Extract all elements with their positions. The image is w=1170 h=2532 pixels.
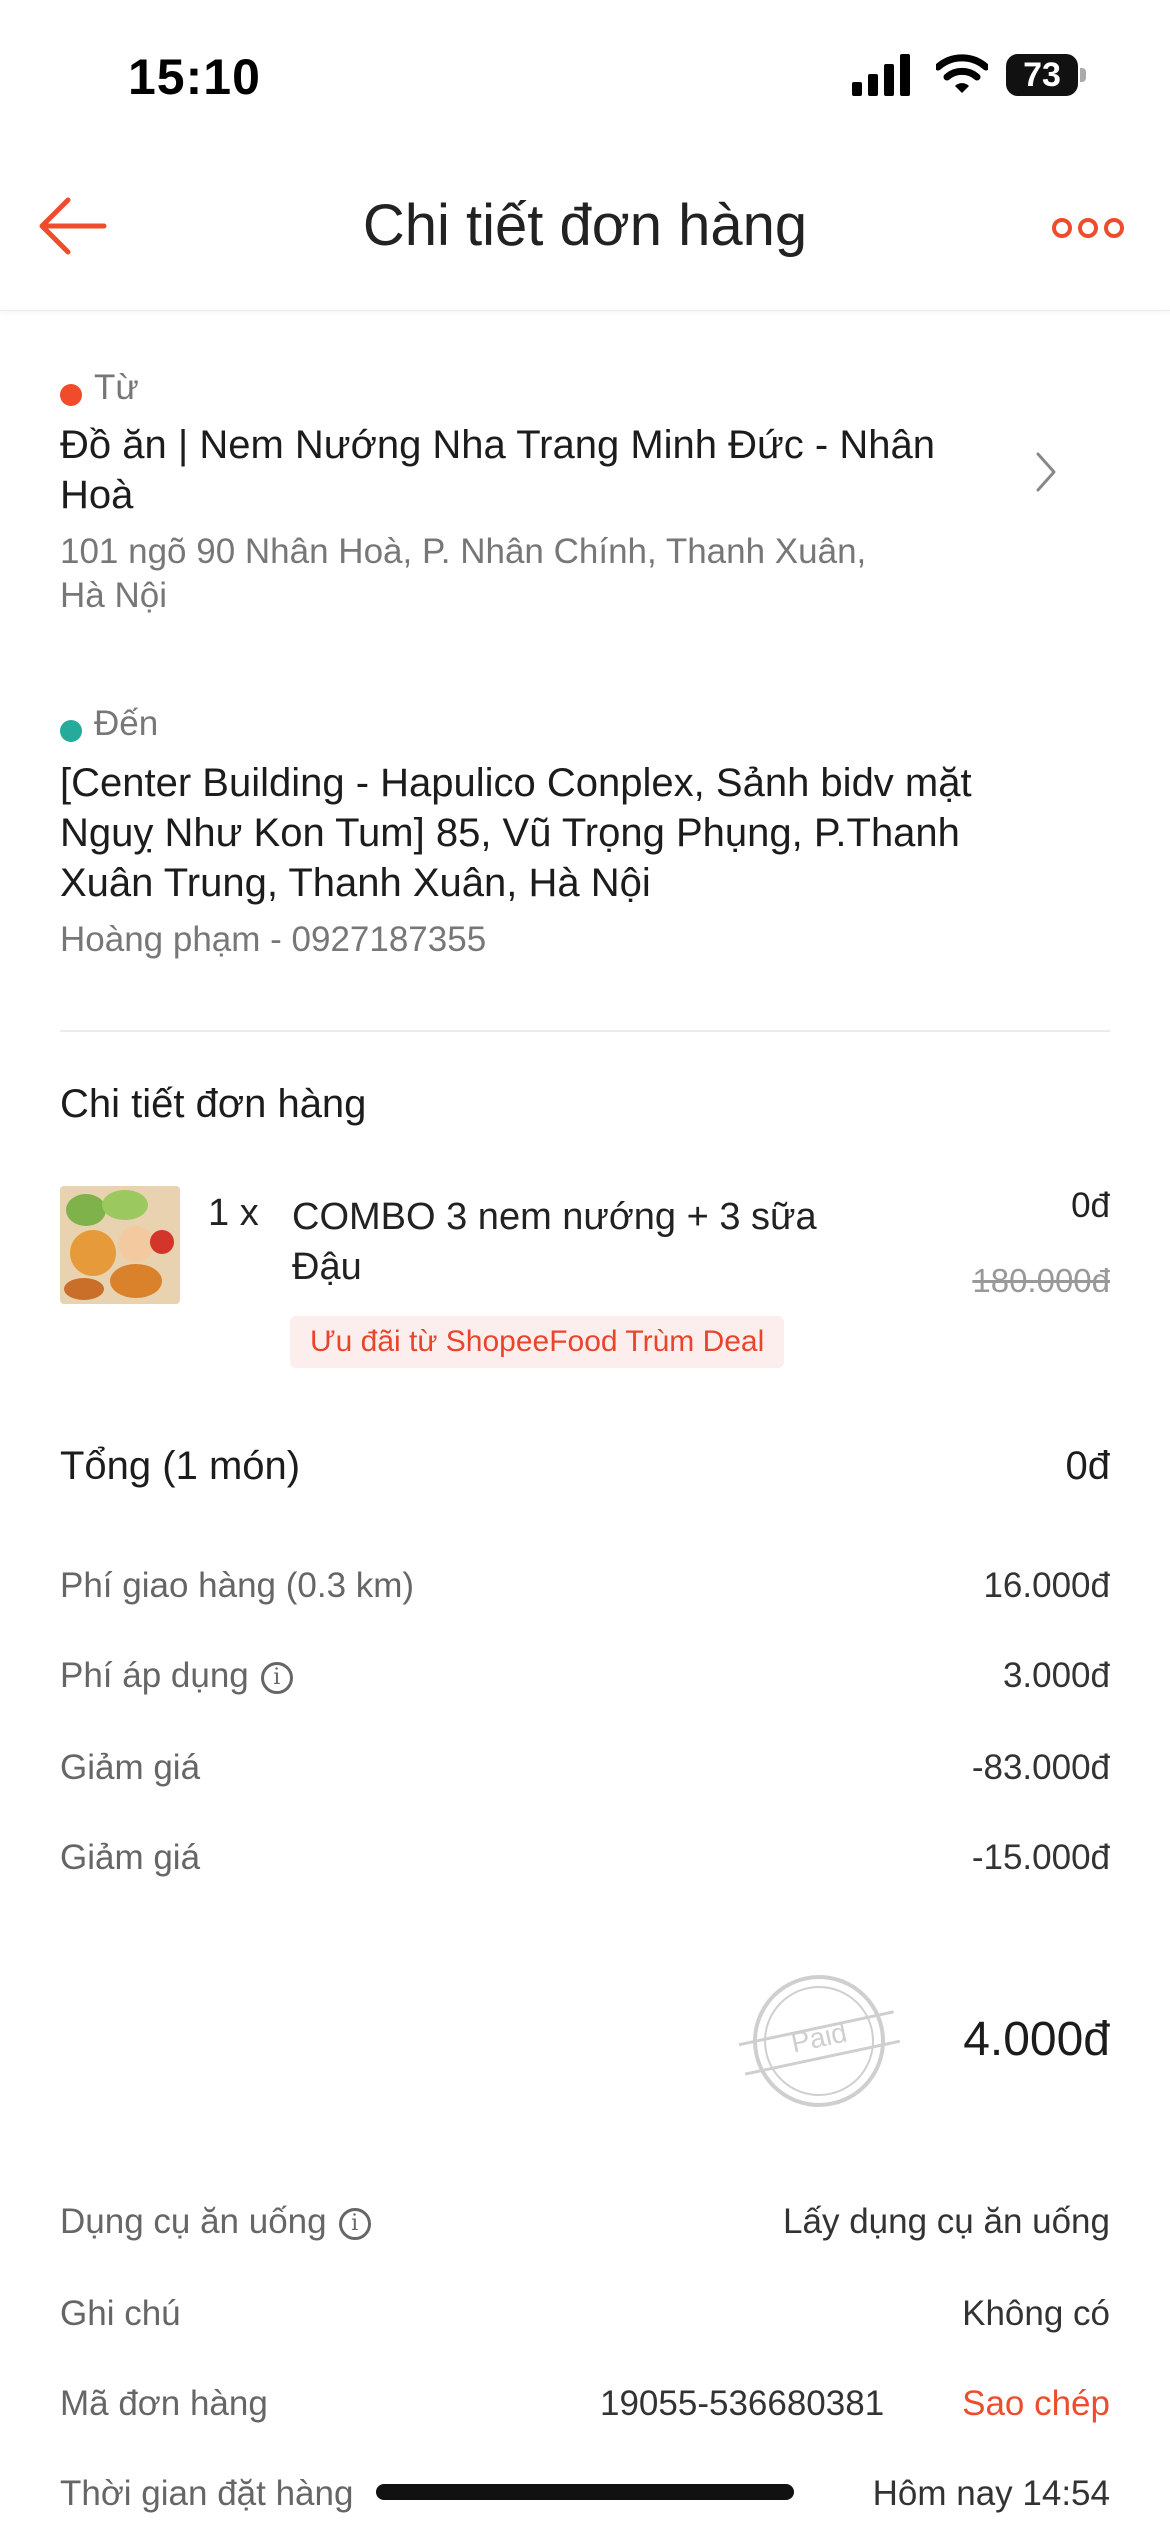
- to-label-row: Đến: [60, 704, 158, 744]
- merchant-name-line1: Đồ ăn | Nem Nướng Nha Trang Minh Đức - N…: [60, 423, 935, 467]
- service-fee-value: 3.000đ: [1002, 1656, 1110, 1695]
- more-icon: [1052, 218, 1124, 238]
- item-name-line1: COMBO 3 nem nướng + 3 sữa: [292, 1196, 817, 1238]
- item-quantity: 1 x: [208, 1192, 259, 1234]
- service-fee-label: Phí áp dụng: [60, 1656, 249, 1695]
- signal-icon: [852, 54, 914, 101]
- to-label: Đến: [94, 704, 159, 743]
- note-value: Không có: [962, 2294, 1110, 2333]
- divider: [60, 1030, 1110, 1032]
- item-thumbnail: [60, 1186, 180, 1304]
- from-label: Từ: [94, 368, 139, 407]
- order-section-title: Chi tiết đơn hàng: [60, 1082, 367, 1126]
- note-label: Ghi chú: [60, 2294, 181, 2333]
- utensils-label: Dụng cụ ăn uống: [60, 2202, 327, 2241]
- total-value: 0đ: [1065, 1444, 1111, 1488]
- delivery-address-line3: Xuân Trung, Thanh Xuân, Hà Nội: [60, 861, 651, 905]
- item-name-line2: Đậu: [292, 1246, 362, 1288]
- total-label: Tổng (1 món): [60, 1444, 301, 1488]
- info-icon[interactable]: i: [338, 2207, 371, 2240]
- from-dot-icon: [60, 383, 82, 406]
- page-title: Chi tiết đơn hàng: [362, 193, 808, 258]
- delivery-fee-label: Phí giao hàng (0.3 km): [60, 1566, 415, 1605]
- order-time-value: Hôm nay 14:54: [872, 2474, 1110, 2513]
- wifi-icon: [934, 54, 990, 99]
- item-price: 0đ: [1071, 1186, 1110, 1225]
- item-original-price: 180.000đ: [972, 1262, 1110, 1299]
- utensils-row: Dụng cụ ăn uống i: [60, 2202, 371, 2242]
- recipient-contact: Hoàng phạm - 0927187355: [60, 920, 487, 959]
- promo-tag: Ưu đãi từ ShopeeFood Trùm Deal: [290, 1316, 785, 1368]
- order-time-label: Thời gian đặt hàng: [60, 2474, 354, 2513]
- chevron-right-icon[interactable]: [1034, 450, 1058, 499]
- item-name: COMBO 3 nem nướng + 3 sữa Đậu: [292, 1192, 932, 1292]
- merchant-address-line2: Hà Nội: [60, 576, 167, 615]
- discount-value-2: -15.000đ: [971, 1838, 1110, 1877]
- copy-button[interactable]: Sao chép: [962, 2384, 1110, 2424]
- service-fee-row: Phí áp dụng i: [60, 1656, 293, 1696]
- delivery-address: [Center Building - Hapulico Conplex, Sản…: [60, 758, 1120, 962]
- to-dot-icon: [60, 719, 82, 742]
- from-label-row: Từ: [60, 368, 139, 408]
- delivery-address-line1: [Center Building - Hapulico Conplex, Sản…: [60, 761, 972, 805]
- order-id-label: Mã đơn hàng: [60, 2384, 268, 2423]
- discount-label-1: Giảm giá: [60, 1748, 201, 1787]
- battery-icon: 73: [1006, 54, 1086, 96]
- merchant-link[interactable]: Đồ ăn | Nem Nướng Nha Trang Minh Đức - N…: [60, 420, 1040, 618]
- discount-label-2: Giảm giá: [60, 1838, 201, 1877]
- utensils-value: Lấy dụng cụ ăn uống: [783, 2202, 1110, 2241]
- order-id-value: 19055-536680381: [600, 2384, 885, 2423]
- merchant-name-line2: Hoà: [60, 473, 134, 517]
- merchant-address-line1: 101 ngõ 90 Nhân Hoà, P. Nhân Chính, Than…: [60, 532, 867, 571]
- grand-total: 4.000đ: [963, 2013, 1110, 2066]
- paid-stamp-icon: Paid: [734, 1966, 904, 2116]
- status-time: 15:10: [128, 49, 261, 105]
- delivery-address-line2: Nguỵ Như Kon Tum] 85, Vũ Trọng Phụng, P.…: [60, 811, 960, 855]
- home-indicator[interactable]: [376, 2484, 794, 2500]
- info-icon[interactable]: i: [260, 1661, 293, 1694]
- delivery-fee-value: 16.000đ: [983, 1566, 1110, 1605]
- more-button[interactable]: [1052, 208, 1124, 248]
- battery-level: 73: [1023, 56, 1061, 94]
- discount-value-1: -83.000đ: [971, 1748, 1110, 1787]
